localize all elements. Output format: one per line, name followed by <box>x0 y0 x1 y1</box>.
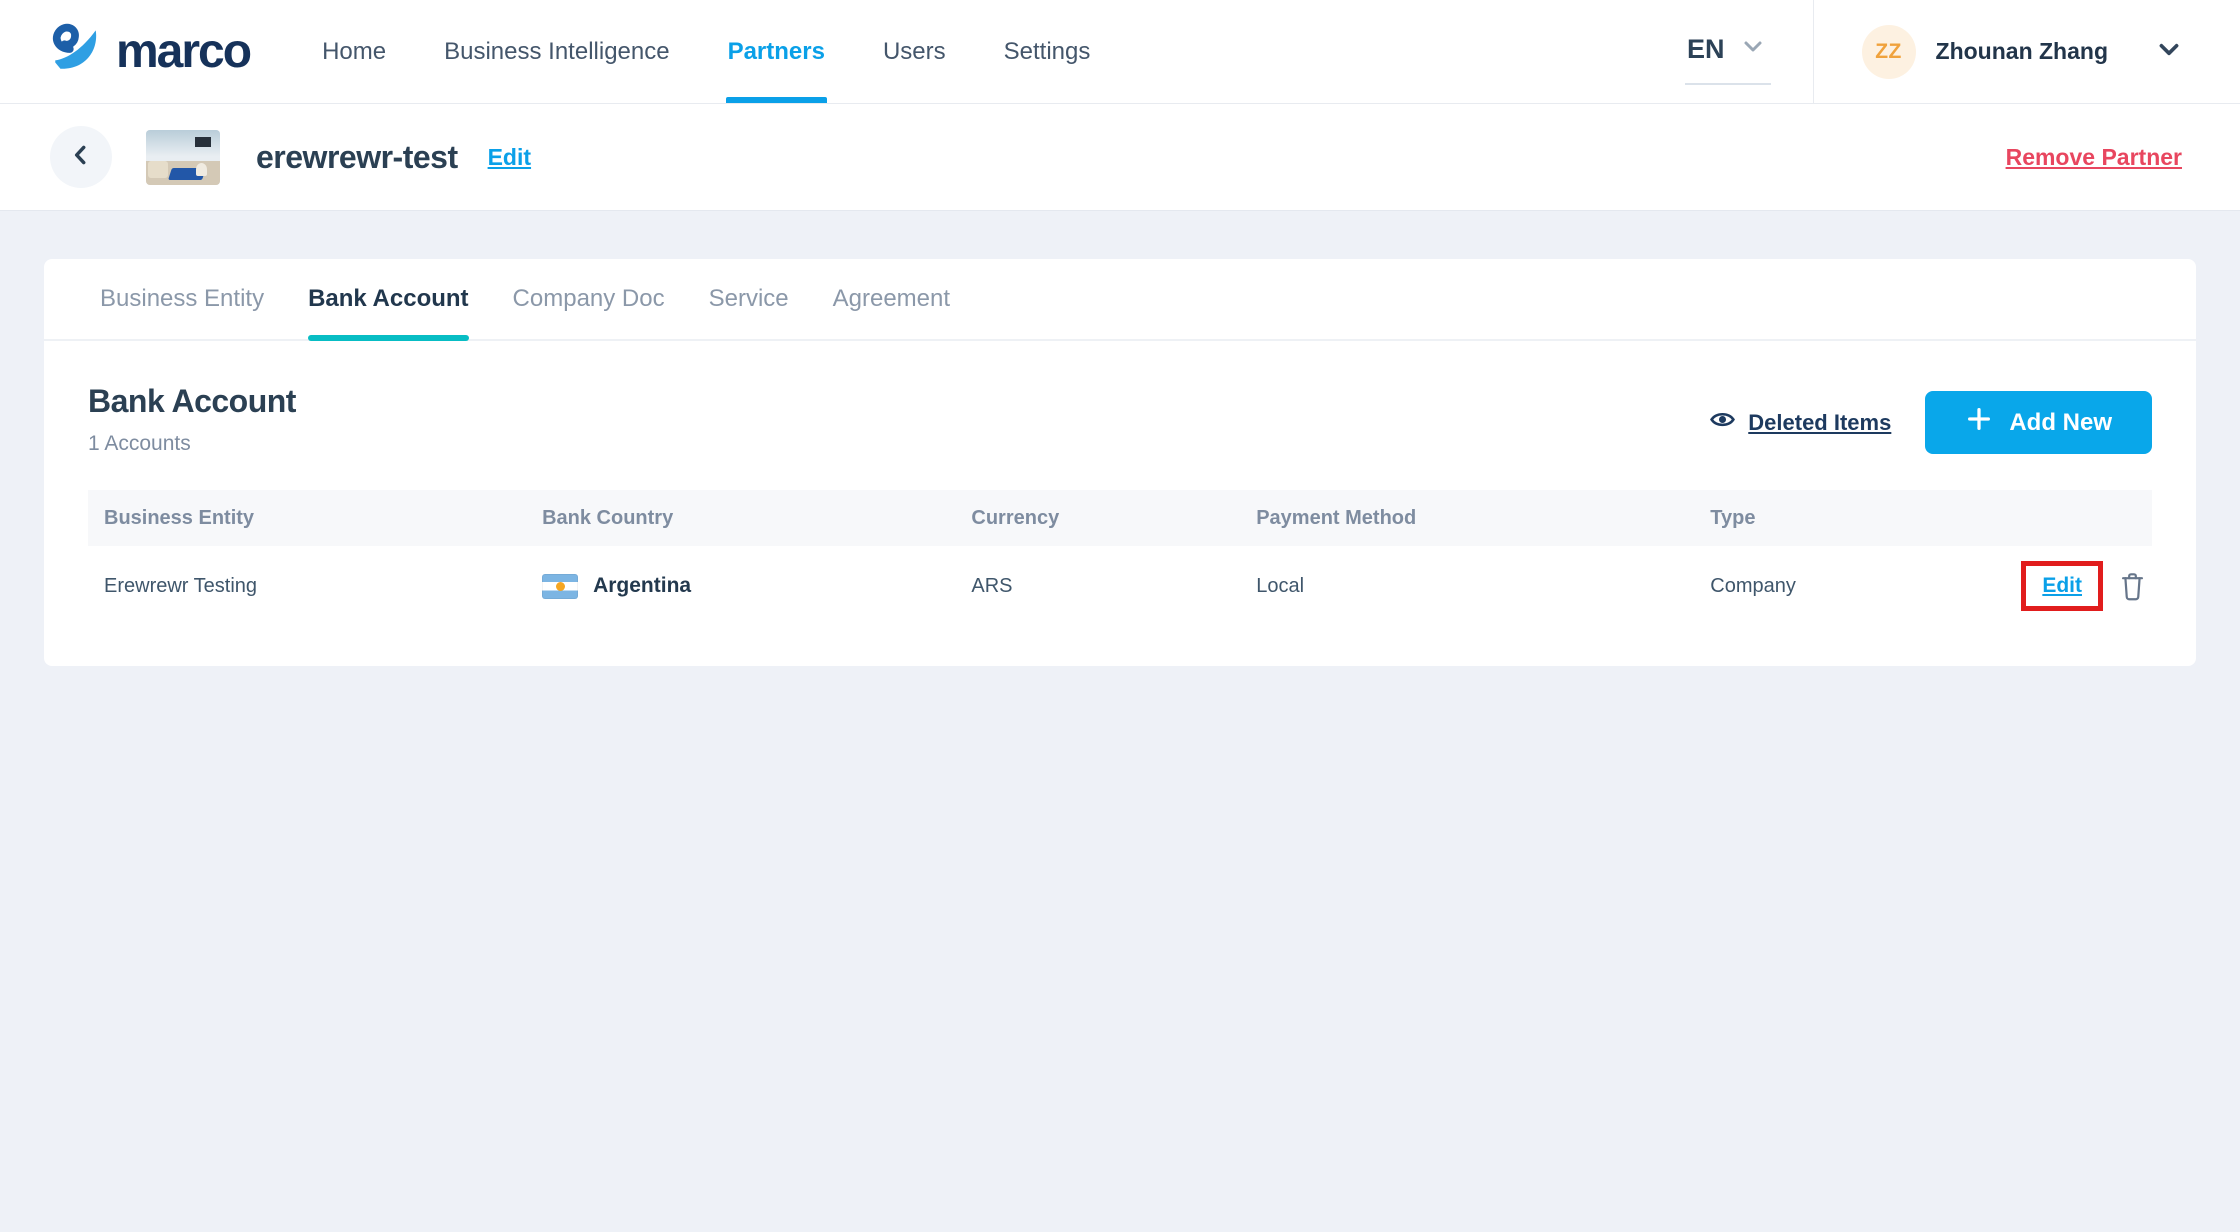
row-edit-link[interactable]: Edit <box>2042 574 2082 598</box>
brand-name: marco <box>116 28 250 76</box>
row-actions: Edit <box>2021 561 2152 611</box>
table-header-row: Business Entity Bank Country Currency Pa… <box>88 490 2152 546</box>
annotation-highlight-box: Edit <box>2021 561 2103 611</box>
column-header-payment-method: Payment Method <box>1256 507 1710 530</box>
chevron-left-icon <box>68 142 94 173</box>
trash-icon[interactable] <box>2119 571 2146 602</box>
nav-item-settings[interactable]: Settings <box>1004 0 1091 103</box>
plus-icon <box>1965 405 1993 440</box>
add-new-label: Add New <box>2009 409 2112 437</box>
accounts-count: 1 Accounts <box>88 432 296 456</box>
nav-item-users[interactable]: Users <box>883 0 946 103</box>
eye-icon <box>1710 407 1735 438</box>
cell-currency: ARS <box>971 575 1256 598</box>
section-title-block: Bank Account 1 Accounts <box>88 383 296 456</box>
remove-partner-link[interactable]: Remove Partner <box>2006 144 2182 171</box>
cell-type: Company <box>1710 575 2021 598</box>
nav-item-partners[interactable]: Partners <box>728 0 825 103</box>
user-profile-menu[interactable]: ZZ Zhounan Zhang <box>1862 25 2182 79</box>
thumbnail-tv <box>195 137 211 147</box>
chevron-down-icon <box>1741 34 1765 65</box>
main-nav: Home Business Intelligence Partners User… <box>322 0 1148 103</box>
marco-wave-icon <box>48 21 104 82</box>
tab-agreement[interactable]: Agreement <box>833 259 950 339</box>
partner-title: erewrewr-test <box>256 139 458 176</box>
deleted-items-link[interactable]: Deleted Items <box>1710 407 1891 438</box>
section-actions: Deleted Items Add New <box>1710 391 2152 454</box>
bank-account-section-header: Bank Account 1 Accounts Deleted Items <box>44 341 2196 456</box>
detail-tabbar: Business Entity Bank Account Company Doc… <box>44 259 2196 341</box>
argentina-flag-icon <box>542 574 578 599</box>
bank-country-name: Argentina <box>593 574 691 598</box>
table-row: Erewrewr Testing Argentina ARS Local Com… <box>88 546 2152 626</box>
main-content: Business Entity Bank Account Company Doc… <box>0 211 2240 714</box>
tab-service[interactable]: Service <box>709 259 789 339</box>
partner-detail-card: Business Entity Bank Account Company Doc… <box>44 259 2196 666</box>
column-header-bank-country: Bank Country <box>542 507 971 530</box>
tab-business-entity[interactable]: Business Entity <box>100 259 264 339</box>
avatar: ZZ <box>1862 25 1916 79</box>
nav-item-home[interactable]: Home <box>322 0 386 103</box>
partner-page-header: erewrewr-test Edit Remove Partner <box>0 104 2240 211</box>
nav-item-business-intelligence[interactable]: Business Intelligence <box>444 0 669 103</box>
tab-company-doc[interactable]: Company Doc <box>513 259 665 339</box>
back-button[interactable] <box>50 126 112 188</box>
top-navigation-bar: marco Home Business Intelligence Partner… <box>0 0 2240 104</box>
column-header-type: Type <box>1710 507 2152 530</box>
edit-partner-link[interactable]: Edit <box>488 144 531 171</box>
topbar-divider <box>1813 0 1814 104</box>
chevron-down-icon <box>2156 36 2182 67</box>
thumbnail-chair <box>196 163 207 176</box>
cell-payment-method: Local <box>1256 575 1710 598</box>
column-header-currency: Currency <box>971 507 1256 530</box>
thumbnail-sofa <box>148 161 168 178</box>
tab-bank-account[interactable]: Bank Account <box>308 259 468 339</box>
deleted-items-label: Deleted Items <box>1748 410 1891 436</box>
language-selector[interactable]: EN <box>1685 34 1771 69</box>
user-name: Zhounan Zhang <box>1936 38 2108 65</box>
column-header-business-entity: Business Entity <box>88 507 542 530</box>
add-new-button[interactable]: Add New <box>1925 391 2152 454</box>
partner-photo-thumbnail <box>146 130 220 185</box>
bank-accounts-table: Business Entity Bank Country Currency Pa… <box>88 490 2152 666</box>
cell-business-entity: Erewrewr Testing <box>88 575 542 598</box>
section-title: Bank Account <box>88 383 296 420</box>
avatar-initials: ZZ <box>1875 40 1902 64</box>
cell-bank-country: Argentina <box>542 574 971 599</box>
language-value: EN <box>1687 34 1725 65</box>
brand-logo[interactable]: marco <box>48 21 250 82</box>
